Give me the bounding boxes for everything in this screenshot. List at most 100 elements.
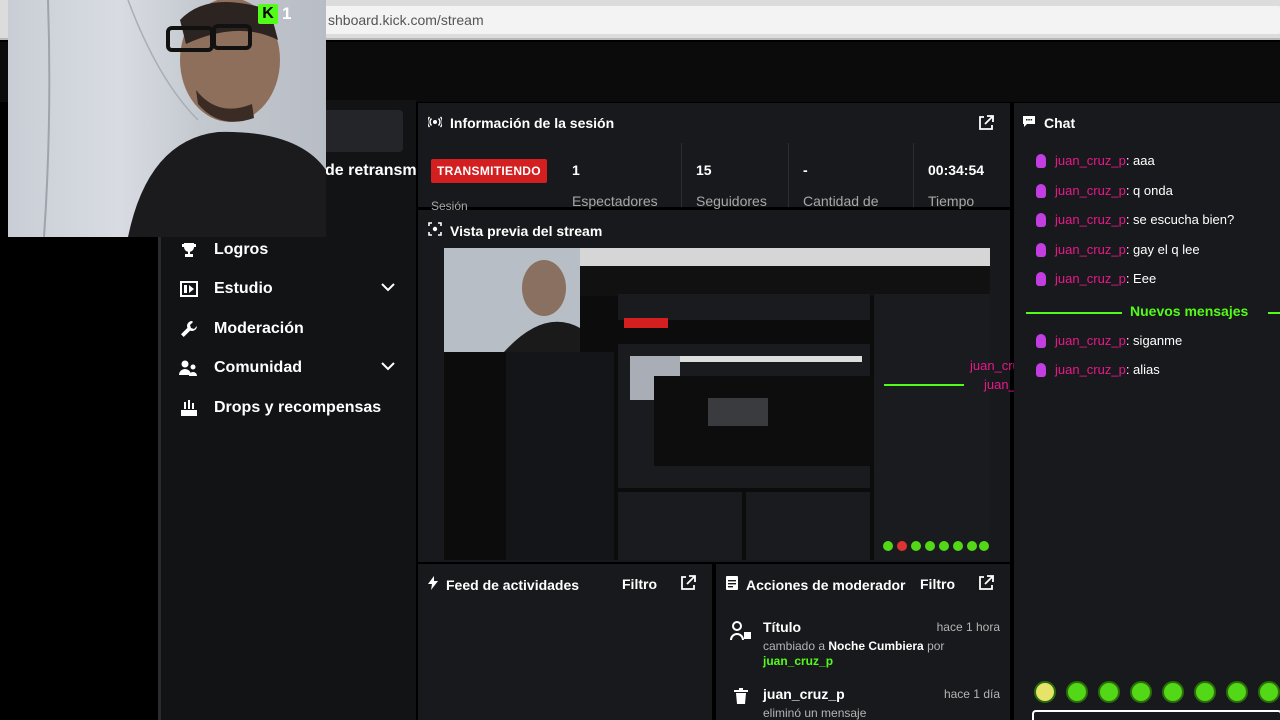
- emote-icon[interactable]: [1258, 681, 1280, 703]
- sidebar-item-label: Moderación: [214, 320, 304, 337]
- stat-viewers: 1 Espectadores: [558, 143, 680, 209]
- chat-username[interactable]: juan_cruz_p: [1055, 333, 1126, 348]
- chat-message: juan_cruz_p : alias: [1036, 362, 1160, 377]
- chat-input[interactable]: [1032, 710, 1280, 720]
- stat-label: Seguidores: [696, 193, 767, 209]
- moderator-actions-panel: Acciones de moderador Filtro Título hace…: [716, 564, 1010, 720]
- sidebar-item-estudio[interactable]: Estudio: [178, 277, 400, 301]
- popout-icon[interactable]: [680, 575, 696, 596]
- chat-title: Chat: [1044, 115, 1076, 131]
- mic-badge-icon: [1036, 183, 1046, 198]
- sidebar-item-label: Drops y recompensas: [214, 399, 382, 416]
- chat-message: juan_cruz_p : siganme: [1036, 333, 1182, 348]
- stat-value: 00:34:54: [928, 162, 985, 178]
- sidebar-item-label: Logros: [214, 241, 269, 258]
- mod-action-title: juan_cruz_p: [763, 686, 845, 702]
- activity-feed-header: Feed de actividades: [428, 576, 579, 593]
- session-info-title: Información de la sesión: [450, 115, 615, 131]
- lightning-icon: [428, 576, 438, 593]
- stream-preview-panel: Vista previa del stream: [418, 210, 1010, 562]
- moderator-actions-title: Acciones de moderador: [746, 576, 906, 593]
- viewer-count-badge: K 1: [258, 4, 291, 24]
- trophy-icon: [178, 239, 200, 261]
- sidebar-item-drops[interactable]: Drops y recompensas: [178, 396, 400, 420]
- chat-text: : alias: [1125, 362, 1160, 377]
- chat-text: : q onda: [1125, 183, 1173, 198]
- studio-icon: [178, 278, 200, 300]
- broadcast-icon: [426, 115, 444, 131]
- stat-amount: - Cantidad de: [788, 143, 912, 209]
- kick-dashboard: shboard.kick.com/stream de retransm Logr…: [0, 0, 1280, 720]
- chat-message: juan_cruz_p : se escucha bien?: [1036, 212, 1234, 227]
- live-status-badge: TRANSMITIENDO: [431, 159, 547, 183]
- url-text: shboard.kick.com/stream: [328, 12, 484, 28]
- sidebar-item-stream-settings[interactable]: de retransm: [325, 162, 417, 180]
- mod-action-user[interactable]: juan_cruz_p: [763, 654, 833, 668]
- emote-icon[interactable]: [1226, 681, 1248, 703]
- preview-icon: [428, 222, 442, 239]
- mic-badge-icon: [1036, 362, 1046, 377]
- stat-time: 00:34:54 Tiempo: [913, 143, 1010, 209]
- new-messages-divider: Nuevos mensajes: [1026, 303, 1280, 321]
- wrench-icon: [178, 318, 200, 340]
- chat-username[interactable]: juan_cruz_p: [1055, 242, 1126, 257]
- emote-icon[interactable]: [1098, 681, 1120, 703]
- chat-message: juan_cruz_p : gay el q lee: [1036, 242, 1200, 257]
- session-info-panel: Información de la sesión TRANSMITIENDO S…: [418, 103, 1010, 213]
- sidebar-item-comunidad[interactable]: Comunidad: [178, 356, 400, 380]
- chat-username[interactable]: juan_cruz_p: [1055, 212, 1126, 227]
- desc-text: cambiado a: [763, 639, 829, 653]
- chat-message: juan_cruz_p : aaa: [1036, 153, 1155, 168]
- popout-icon[interactable]: [978, 575, 994, 596]
- emote-icon[interactable]: [1034, 681, 1056, 703]
- document-icon: [726, 576, 738, 593]
- chat-text: : se escucha bien?: [1125, 212, 1235, 227]
- new-messages-label: Nuevos mensajes: [1130, 303, 1249, 319]
- popout-icon[interactable]: [978, 115, 994, 136]
- user-edit-icon: [730, 621, 752, 646]
- desc-bold: Noche Cumbiera: [828, 639, 924, 653]
- stream-preview-header: Vista previa del stream: [428, 222, 602, 239]
- chat-username[interactable]: juan_cruz_p: [1055, 271, 1126, 286]
- chat-panel: Chat juan_cruz_p : aaa juan_cruz_p : q o…: [1014, 103, 1280, 720]
- emote-icon[interactable]: [1130, 681, 1152, 703]
- url-field[interactable]: shboard.kick.com/stream: [318, 6, 1280, 34]
- quick-emote-bar: [1034, 681, 1280, 703]
- session-info-header: Información de la sesión: [426, 115, 615, 131]
- sidebar-item-logros[interactable]: Logros: [178, 238, 400, 262]
- mod-filter-button[interactable]: Filtro: [920, 576, 955, 592]
- stream-preview-video[interactable]: [444, 248, 990, 560]
- webcam-person-image: [43, 0, 326, 237]
- mic-badge-icon: [1036, 242, 1046, 257]
- sidebar-item-moderacion[interactable]: Moderación: [178, 317, 400, 341]
- mod-action-entry: Título hace 1 hora cambiado a Noche Cumb…: [730, 619, 1000, 669]
- divider-line: [1026, 312, 1122, 314]
- stat-label: Tiempo: [928, 193, 975, 209]
- viewer-count: 1: [282, 4, 292, 23]
- feed-filter-button[interactable]: Filtro: [622, 576, 657, 592]
- trash-icon: [734, 688, 748, 709]
- mic-badge-icon: [1036, 212, 1046, 227]
- preview-recursive-image: [444, 248, 990, 560]
- chat-text: : siganme: [1125, 333, 1183, 348]
- chat-username[interactable]: juan_cruz_p: [1055, 183, 1126, 198]
- chat-username[interactable]: juan_cruz_p: [1055, 362, 1126, 377]
- mod-action-entry: juan_cruz_p hace 1 día eliminó un mensaj…: [730, 686, 1000, 720]
- stat-value: -: [803, 162, 808, 178]
- chat-text: : aaa: [1125, 153, 1155, 168]
- emote-icon[interactable]: [1194, 681, 1216, 703]
- community-icon: [178, 357, 200, 379]
- mod-action-desc: eliminó un mensaje: [763, 706, 867, 720]
- chevron-down-icon[interactable]: [380, 358, 396, 379]
- mic-badge-icon: [1036, 333, 1046, 348]
- emote-icon[interactable]: [1162, 681, 1184, 703]
- mod-action-time: hace 1 hora: [936, 620, 1000, 634]
- chevron-down-icon[interactable]: [380, 279, 396, 300]
- chat-text: : gay el q lee: [1125, 242, 1200, 257]
- chat-username[interactable]: juan_cruz_p: [1055, 153, 1126, 168]
- mic-badge-icon: [1036, 271, 1046, 286]
- stat-label: Espectadores: [572, 193, 658, 209]
- drops-icon: [178, 397, 200, 419]
- webcam-overlay: K 1: [8, 0, 326, 237]
- emote-icon[interactable]: [1066, 681, 1088, 703]
